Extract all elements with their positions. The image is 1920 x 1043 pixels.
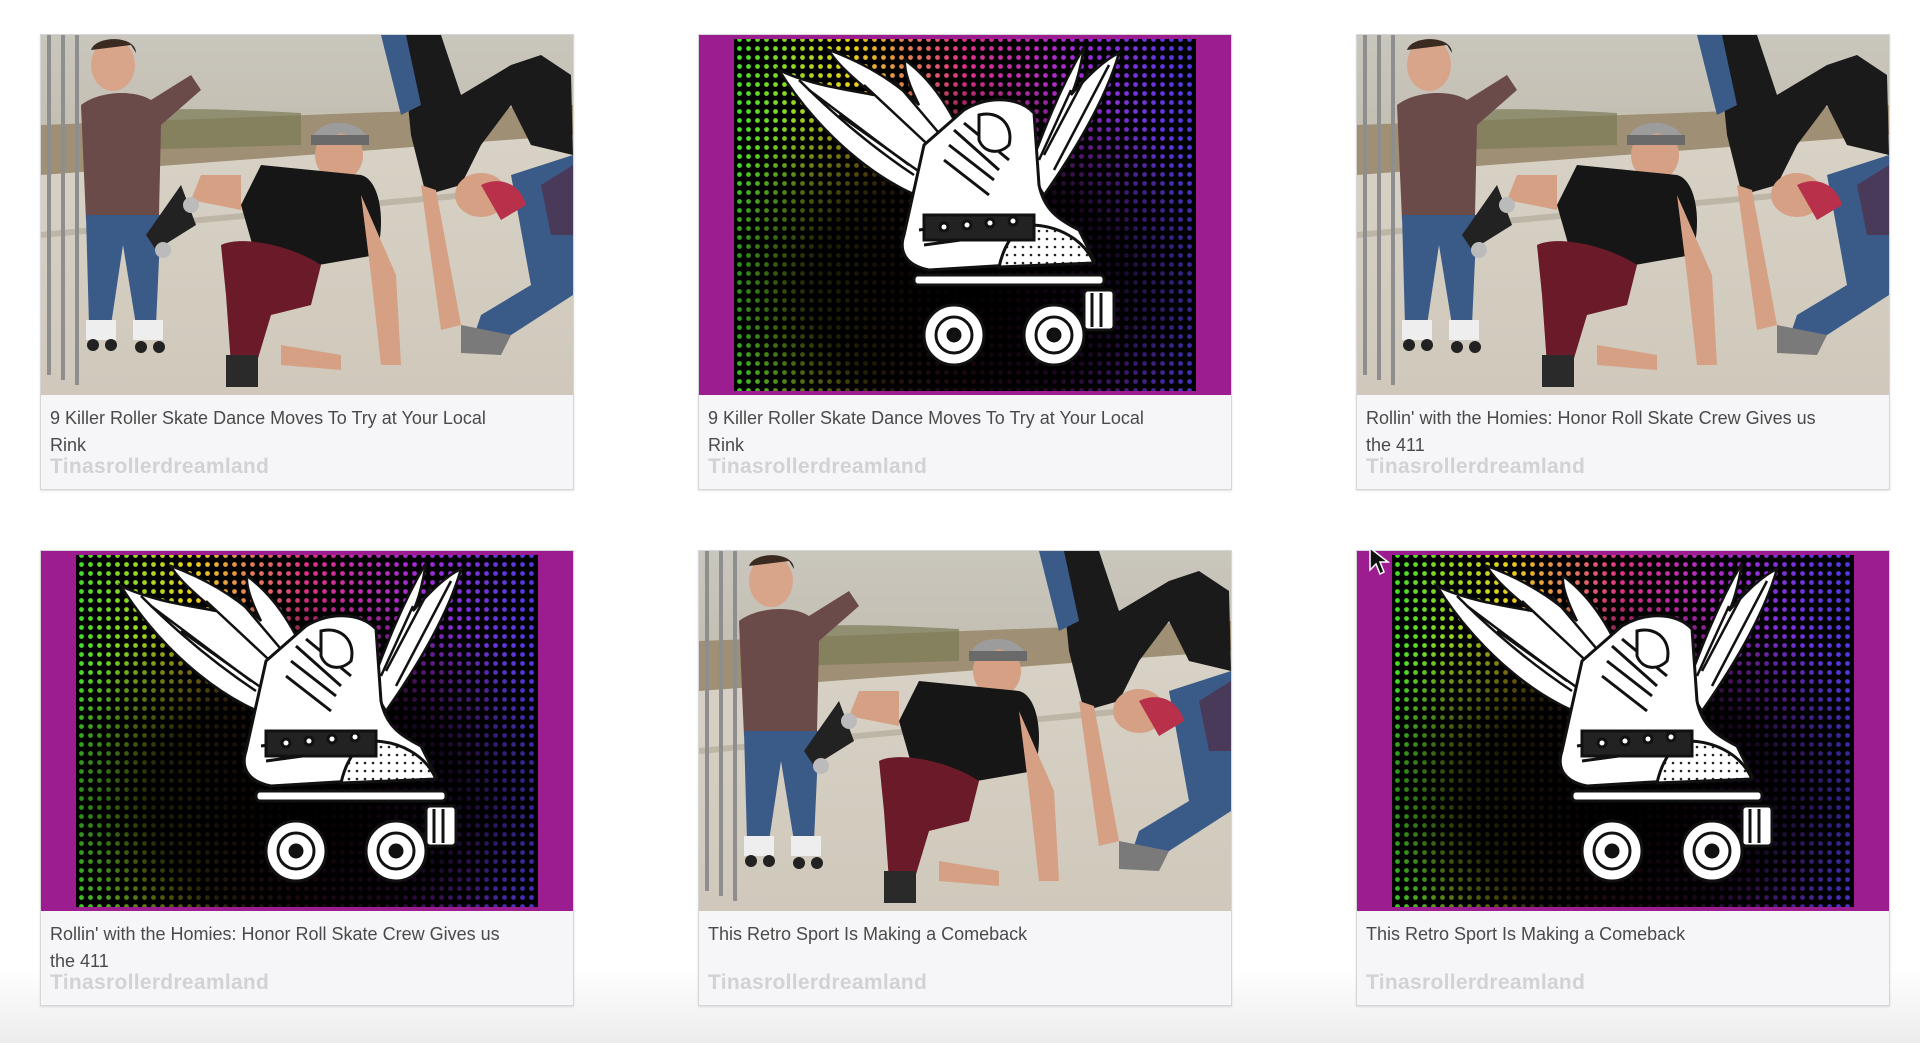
skaters-photo <box>1357 35 1889 395</box>
winged-skate-logo <box>41 551 573 911</box>
article-source: Tinasrollerdreamland <box>50 455 270 478</box>
article-card[interactable]: This Retro Sport Is Making a Comeback Ti… <box>1356 550 1890 1006</box>
article-title[interactable]: 9 Killer Roller Skate Dance Moves To Try… <box>708 405 1178 459</box>
article-thumbnail[interactable] <box>1357 551 1889 911</box>
article-title[interactable]: This Retro Sport Is Making a Comeback <box>708 921 1178 948</box>
article-thumbnail[interactable] <box>699 551 1231 911</box>
article-card[interactable]: Rollin' with the Homies: Honor Roll Skat… <box>1356 34 1890 490</box>
article-card[interactable]: This Retro Sport Is Making a Comeback Ti… <box>698 550 1232 1006</box>
skaters-photo <box>699 551 1231 911</box>
article-card[interactable]: 9 Killer Roller Skate Dance Moves To Try… <box>698 34 1232 490</box>
article-title[interactable]: Rollin' with the Homies: Honor Roll Skat… <box>50 921 520 975</box>
article-source: Tinasrollerdreamland <box>1366 971 1586 994</box>
article-source: Tinasrollerdreamland <box>1366 455 1586 478</box>
article-source: Tinasrollerdreamland <box>50 971 270 994</box>
article-card[interactable]: Rollin' with the Homies: Honor Roll Skat… <box>40 550 574 1006</box>
article-title[interactable]: Rollin' with the Homies: Honor Roll Skat… <box>1366 405 1836 459</box>
article-title[interactable]: This Retro Sport Is Making a Comeback <box>1366 921 1836 948</box>
skaters-photo <box>41 35 573 395</box>
recommended-articles-grid: 9 Killer Roller Skate Dance Moves To Try… <box>40 34 1890 1006</box>
winged-skate-logo <box>699 35 1231 395</box>
winged-skate-logo <box>1357 551 1889 911</box>
article-grid-page: 9 Killer Roller Skate Dance Moves To Try… <box>0 0 1920 1043</box>
article-source: Tinasrollerdreamland <box>708 971 928 994</box>
article-thumbnail[interactable] <box>1357 35 1889 395</box>
mouse-cursor-icon <box>1369 546 1390 576</box>
article-source: Tinasrollerdreamland <box>708 455 928 478</box>
article-thumbnail[interactable] <box>41 551 573 911</box>
article-thumbnail[interactable] <box>41 35 573 395</box>
article-thumbnail[interactable] <box>699 35 1231 395</box>
article-title[interactable]: 9 Killer Roller Skate Dance Moves To Try… <box>50 405 520 459</box>
article-card[interactable]: 9 Killer Roller Skate Dance Moves To Try… <box>40 34 574 490</box>
